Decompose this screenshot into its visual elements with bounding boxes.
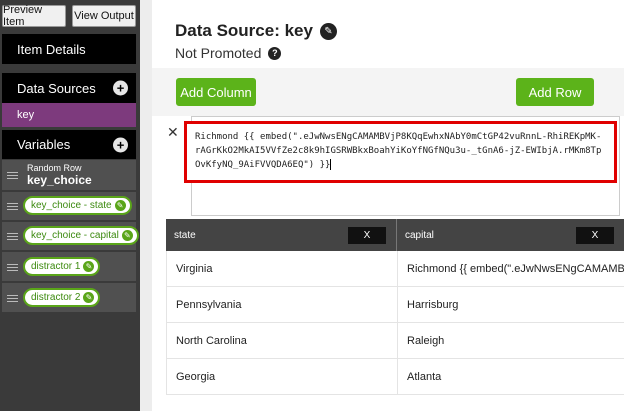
item-details-nav[interactable]: Item Details: [2, 34, 136, 64]
variable-row: key_choice - state ✎: [2, 192, 136, 221]
sidebar: Preview Item View Output Item Details Da…: [0, 0, 140, 411]
drag-handle-icon[interactable]: [7, 203, 18, 210]
title-row: Data Source: key ✎: [175, 19, 337, 43]
preview-item-button[interactable]: Preview Item: [2, 4, 66, 28]
drag-handle-icon[interactable]: [7, 172, 18, 179]
edit-title-pencil-icon[interactable]: ✎: [319, 22, 337, 40]
view-output-button[interactable]: View Output: [72, 5, 136, 27]
drag-handle-icon[interactable]: [7, 233, 18, 240]
variable-pill-distractor-1[interactable]: distractor 1 ✎: [23, 257, 101, 276]
remove-column-capital-button[interactable]: X: [576, 227, 614, 244]
random-row-variable[interactable]: Random Row key_choice: [2, 160, 136, 191]
add-data-source-button[interactable]: +: [113, 80, 128, 96]
drag-handle-icon[interactable]: [7, 295, 18, 302]
close-editor-icon[interactable]: ✕: [167, 124, 179, 141]
remove-column-state-button[interactable]: X: [348, 227, 386, 244]
cell-editor-area: ✕ Richmond {{ embed(".eJwNwsENgCAMAMBVjP…: [152, 116, 624, 219]
add-column-button[interactable]: Add Column: [176, 78, 256, 106]
data-sources-label: Data Sources: [17, 80, 96, 96]
add-row-button[interactable]: Add Row: [516, 78, 594, 106]
variables-nav[interactable]: Variables +: [2, 130, 136, 159]
pencil-icon[interactable]: ✎: [121, 230, 133, 241]
column-header-label: state: [174, 229, 196, 241]
variable-row: key_choice - capital ✎: [2, 222, 139, 251]
table-cell[interactable]: North Carolina: [167, 323, 397, 359]
random-row-name: key_choice: [27, 173, 92, 187]
variable-pill-label: key_choice - capital: [31, 230, 119, 241]
text-cursor: [330, 159, 332, 170]
pencil-icon[interactable]: ✎: [114, 200, 126, 211]
variable-pill-label: distractor 2: [31, 292, 81, 303]
table-cell[interactable]: Virginia: [167, 251, 397, 287]
table-header: state X capital X: [166, 219, 624, 251]
subtitle-row: Not Promoted ?: [175, 43, 282, 63]
table-row: Virginia Richmond {{ embed(".eJwNwsENgCA…: [166, 251, 624, 287]
drag-handle-icon[interactable]: [7, 264, 18, 271]
table-cell[interactable]: Richmond {{ embed(".eJwNwsENgCAMAMB: [398, 251, 624, 287]
page-title: Data Source: key: [175, 21, 313, 40]
table-cell[interactable]: Georgia: [167, 359, 397, 395]
table-row: Pennsylvania Harrisburg: [166, 287, 624, 323]
help-icon[interactable]: ?: [268, 46, 282, 60]
table-row: North Carolina Raleigh: [166, 323, 624, 359]
variable-pill-label: key_choice - state: [31, 200, 112, 211]
variable-pill-key-choice-state[interactable]: key_choice - state ✎: [23, 196, 132, 215]
variable-pill-key-choice-capital[interactable]: key_choice - capital ✎: [23, 226, 139, 245]
variable-pill-label: distractor 1: [31, 261, 81, 272]
item-details-label: Item Details: [17, 41, 86, 57]
variable-pill-distractor-2[interactable]: distractor 2 ✎: [23, 288, 101, 307]
table-cell[interactable]: Harrisburg: [398, 287, 624, 323]
data-sources-nav[interactable]: Data Sources +: [2, 73, 136, 103]
cell-formula-input[interactable]: Richmond {{ embed(".eJwNwsENgCAMAMBVjP8K…: [184, 121, 617, 183]
random-row-label: Random Row: [27, 163, 82, 173]
main-panel: Data Source: key ✎ Not Promoted ? Add Co…: [152, 0, 624, 411]
pencil-icon[interactable]: ✎: [83, 292, 95, 303]
promotion-status: Not Promoted: [175, 45, 262, 61]
add-variable-button[interactable]: +: [113, 137, 128, 152]
table-cell[interactable]: Atlanta: [398, 359, 624, 395]
toolbar: Add Column Add Row: [152, 68, 624, 116]
variable-row: distractor 1 ✎: [2, 252, 136, 282]
pencil-icon[interactable]: ✎: [83, 261, 95, 272]
data-source-item-label: key: [17, 109, 35, 121]
data-source-item-key[interactable]: key: [2, 103, 136, 127]
table-row: Georgia Atlanta: [166, 359, 624, 395]
table-cell[interactable]: Pennsylvania: [167, 287, 397, 323]
variable-row: distractor 2 ✎: [2, 283, 136, 313]
variables-label: Variables: [17, 137, 71, 152]
column-header-label: capital: [405, 229, 434, 241]
cell-formula-text: Richmond {{ embed(".eJwNwsENgCAMAMBVjP8K…: [195, 132, 602, 170]
table-cell[interactable]: Raleigh: [398, 323, 624, 359]
